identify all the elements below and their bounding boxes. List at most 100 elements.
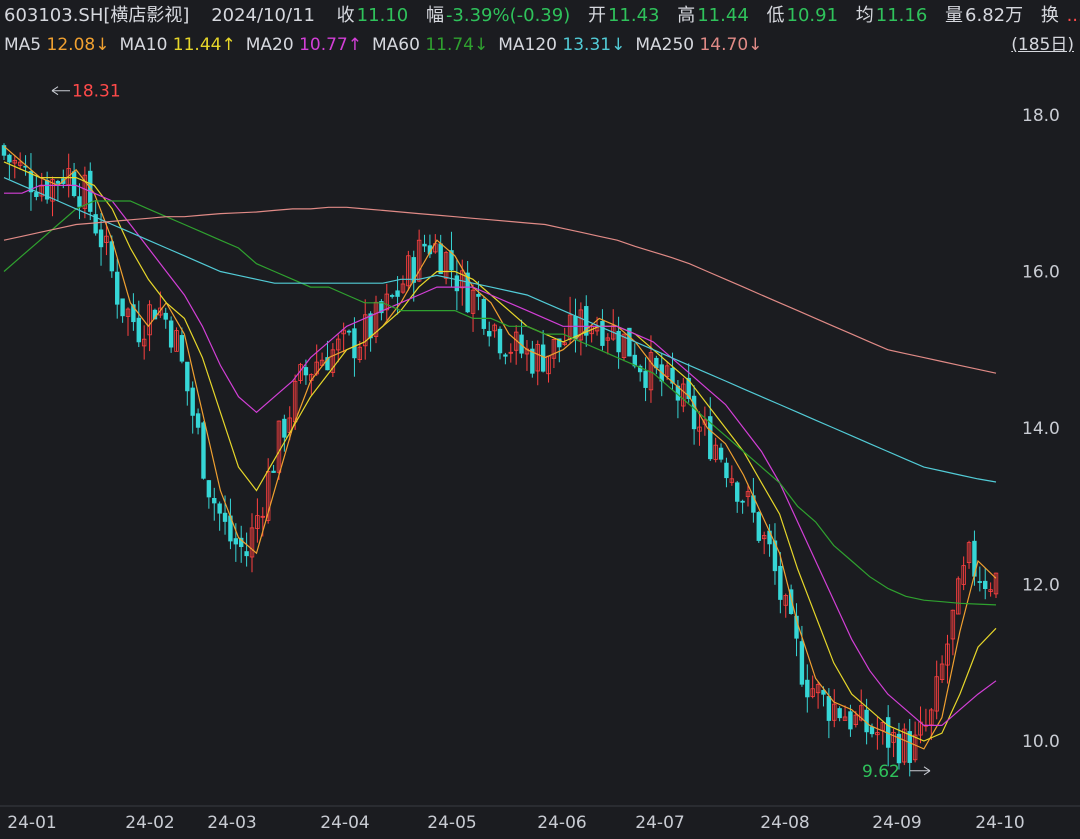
- y-tick-4: 10.0: [1022, 732, 1060, 752]
- candle-body: [503, 354, 508, 357]
- candle-body: [600, 320, 605, 346]
- ma-line-ma20: [4, 184, 997, 727]
- candle-body: [487, 330, 492, 337]
- candle-body: [735, 482, 740, 502]
- high-annotation: 18.31: [72, 82, 121, 102]
- quote-date: 2024/10/11: [211, 5, 315, 26]
- candle-body: [826, 696, 832, 721]
- high-label: 高: [677, 5, 696, 26]
- x-tick-3: 24-04: [320, 813, 369, 833]
- ma-legend-ma5: MA5 12.08↓: [4, 35, 110, 55]
- x-tick-0: 24-01: [7, 813, 56, 833]
- candle-body: [389, 295, 395, 297]
- candle-body: [756, 512, 761, 541]
- ma-legend-ma250: MA250 14.70↓: [635, 35, 763, 55]
- change-value: -3.39%(-0.39): [445, 5, 571, 26]
- candle-body: [115, 271, 120, 305]
- candle-body: [907, 731, 912, 763]
- candle-body: [395, 290, 400, 297]
- more-dots[interactable]: ...: [1067, 5, 1080, 26]
- close-value: 11.10: [356, 5, 409, 26]
- candlestick-chart: 18.0 16.0 14.0 12.0 10.0 24-01 24-02 24-03 24-04…: [0, 82, 1080, 833]
- open-label: 开: [587, 5, 606, 26]
- candle-body: [476, 293, 481, 297]
- y-tick-0: 18.0: [1022, 106, 1060, 126]
- avg-label: 均: [855, 5, 874, 26]
- candle-body: [282, 418, 287, 438]
- y-tick-3: 12.0: [1022, 576, 1060, 596]
- low-label: 低: [766, 5, 785, 26]
- candle-body: [217, 503, 222, 514]
- candle-body: [368, 313, 373, 339]
- ma-line-ma5: [3, 145, 997, 750]
- candle-body: [352, 328, 357, 359]
- y-tick-2: 14.0: [1022, 419, 1060, 439]
- ma-line-ma60: [3, 200, 997, 606]
- candle-body: [643, 370, 648, 388]
- turnover-label: 换: [1040, 5, 1059, 26]
- quote-header: 603103.SH[横店影视] 2024/10/11 收 11.10 幅 -3.39…: [4, 2, 1080, 30]
- candle-body: [71, 171, 77, 197]
- ma-legend-ma10: MA10 11.44↑: [119, 35, 236, 55]
- candle-body: [837, 708, 842, 719]
- ma-legend: MA5 12.08↓ MA10 11.44↑ MA20 10.77↑ MA60 11.…: [4, 32, 1080, 58]
- x-tick-4: 24-05: [427, 813, 476, 833]
- candle-body: [179, 335, 185, 362]
- candle-body: [222, 512, 228, 522]
- x-tick-6: 24-07: [635, 813, 684, 833]
- high-value: 11.44: [697, 5, 749, 26]
- candle-body: [34, 192, 39, 197]
- y-tick-1: 16.0: [1022, 262, 1060, 282]
- candle-body: [481, 298, 487, 329]
- low-annotation: 9.62: [862, 762, 900, 782]
- candle-body: [136, 317, 141, 343]
- candle-body: [718, 447, 724, 460]
- x-tick-7: 24-08: [760, 813, 809, 833]
- ma-legend-ma60: MA60 11.74↓: [371, 35, 489, 55]
- candle-body: [185, 361, 190, 392]
- candle-body: [77, 196, 82, 207]
- stock-symbol: 603103.SH[横店影视]: [4, 5, 190, 26]
- x-tick-1: 24-02: [125, 813, 174, 833]
- avg-value: 11.16: [875, 5, 928, 26]
- candle-body: [805, 679, 810, 698]
- close-label: 收: [336, 5, 355, 26]
- candle-body: [869, 726, 875, 735]
- candle-body: [497, 328, 503, 354]
- ma-line-ma10: [3, 161, 997, 742]
- x-tick-5: 24-06: [537, 813, 586, 833]
- volume-label: 量: [945, 5, 964, 26]
- candle-body: [977, 581, 983, 583]
- x-tick-9: 24-10: [975, 813, 1024, 833]
- range-button[interactable]: (185日): [1011, 32, 1074, 58]
- ma-legend-ma120: MA120 13.31↓: [498, 35, 626, 55]
- candle-body: [346, 330, 352, 333]
- candle-body: [303, 367, 309, 376]
- candle-body: [195, 413, 201, 428]
- candle-body: [799, 641, 805, 685]
- candle-body: [7, 154, 12, 163]
- candle-body: [163, 312, 168, 320]
- candle-body: [740, 500, 745, 503]
- candle-body: [983, 580, 988, 590]
- candle-body: [233, 538, 239, 545]
- candle-body: [190, 387, 195, 416]
- x-tick-2: 24-03: [207, 813, 256, 833]
- volume-value: 6.82万: [965, 5, 1024, 26]
- candle-body: [422, 243, 427, 247]
- candle-body: [168, 320, 174, 348]
- candle-body: [55, 180, 61, 184]
- candle-body: [109, 241, 115, 272]
- low-value: 10.91: [786, 5, 839, 26]
- candle-body: [201, 422, 206, 479]
- candle-body: [120, 298, 125, 317]
- ma-legend-ma20: MA20 10.77↑: [245, 35, 362, 55]
- candle-body: [244, 551, 249, 557]
- candle-body: [98, 229, 104, 248]
- open-value: 11.43: [607, 5, 660, 26]
- x-tick-8: 24-09: [872, 813, 921, 833]
- change-label: 幅: [425, 5, 444, 26]
- candle-body: [778, 565, 783, 600]
- candle-body: [691, 395, 697, 430]
- candle-body: [438, 243, 443, 275]
